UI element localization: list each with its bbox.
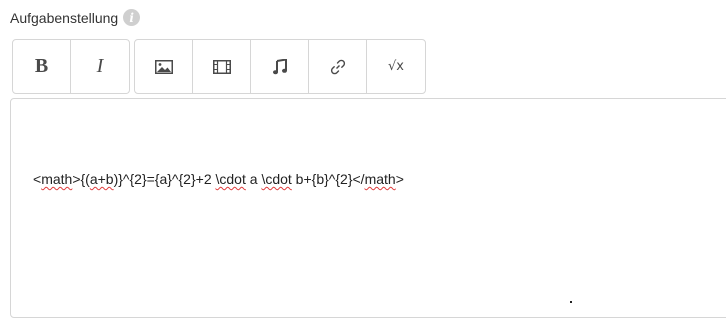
insert-image-button[interactable] bbox=[135, 40, 193, 93]
insert-formula-button[interactable]: √x bbox=[367, 40, 425, 93]
rich-text-editor[interactable]: <math>{(a+b)}^{2}={a}^{2}+2 \cdot a \cdo… bbox=[10, 98, 726, 318]
field-label-row: Aufgabenstellung i bbox=[10, 9, 141, 26]
italic-icon: I bbox=[96, 55, 104, 77]
misspelled-word: \cdot bbox=[261, 171, 292, 187]
text-segment: < bbox=[33, 171, 42, 187]
info-icon[interactable]: i bbox=[123, 9, 141, 26]
music-note-icon bbox=[272, 58, 287, 74]
editor-toolbar: B I √x bbox=[12, 39, 426, 94]
field-label: Aufgabenstellung bbox=[10, 9, 119, 26]
misspelled-word: math bbox=[41, 171, 73, 187]
misspelled-word: math bbox=[364, 171, 396, 187]
text-segment: )}^{2}={a}^{2}+2 bbox=[113, 171, 216, 187]
misspelled-word: \cdot bbox=[215, 171, 246, 187]
misspelled-word: a+b bbox=[89, 171, 114, 187]
text-segment: a bbox=[245, 171, 262, 187]
insert-audio-button[interactable] bbox=[251, 40, 309, 93]
square-root-icon: √x bbox=[388, 59, 404, 74]
insert-media-group: √x bbox=[134, 39, 426, 94]
image-icon bbox=[154, 59, 173, 74]
bold-icon: B bbox=[34, 55, 49, 77]
text-segment: b+{b}^{2}</ bbox=[291, 171, 365, 187]
link-icon bbox=[330, 59, 345, 74]
text-segment: > bbox=[395, 171, 404, 187]
text-caret bbox=[570, 301, 572, 303]
editor-content[interactable]: <math>{(a+b)}^{2}={a}^{2}+2 \cdot a \cdo… bbox=[33, 171, 404, 187]
insert-video-button[interactable] bbox=[193, 40, 251, 93]
bold-button[interactable]: B bbox=[13, 40, 71, 93]
film-icon bbox=[212, 59, 231, 74]
italic-button[interactable]: I bbox=[71, 40, 129, 93]
text-format-group: B I bbox=[12, 39, 130, 94]
insert-link-button[interactable] bbox=[309, 40, 367, 93]
text-segment: >{( bbox=[72, 171, 90, 187]
